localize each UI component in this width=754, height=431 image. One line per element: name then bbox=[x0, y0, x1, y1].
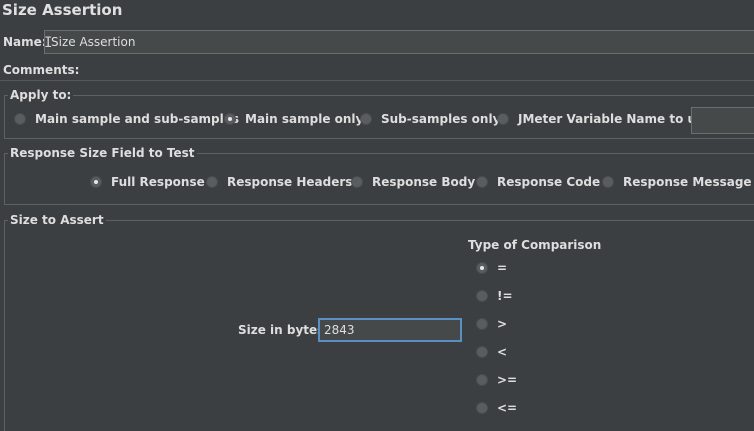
divider bbox=[0, 80, 754, 81]
radio-full-response[interactable]: Full Response bbox=[90, 175, 205, 189]
radio-label: Response Code bbox=[497, 175, 601, 189]
radio-comparison-less-equal[interactable]: <= bbox=[476, 401, 517, 415]
radio-dot-icon bbox=[602, 176, 614, 188]
radio-label: < bbox=[497, 345, 508, 359]
radio-label: <= bbox=[497, 401, 518, 415]
apply-to-title: Apply to: bbox=[8, 88, 74, 102]
response-field-title: Response Size Field to Test bbox=[8, 146, 197, 160]
radio-response-headers[interactable]: Response Headers bbox=[206, 175, 352, 189]
radio-dot-icon bbox=[14, 113, 26, 125]
radio-dot-icon bbox=[90, 176, 102, 188]
jmeter-variable-input[interactable] bbox=[691, 107, 754, 134]
text-cursor-icon: I bbox=[44, 35, 53, 51]
name-label: Name: bbox=[3, 35, 47, 49]
radio-main-and-sub-samples[interactable]: Main sample and sub-samples bbox=[14, 112, 239, 126]
radio-label: >= bbox=[497, 373, 518, 387]
radio-label: Main sample and sub-samples bbox=[35, 112, 240, 126]
radio-comparison-greater-equal[interactable]: >= bbox=[476, 373, 517, 387]
radio-dot-icon bbox=[224, 113, 236, 125]
radio-label: Response Message bbox=[623, 175, 752, 189]
radio-label: Sub-samples only bbox=[381, 112, 501, 126]
radio-dot-icon bbox=[476, 176, 488, 188]
radio-dot-icon bbox=[360, 113, 372, 125]
radio-label: = bbox=[497, 261, 508, 275]
radio-label: > bbox=[497, 317, 508, 331]
size-in-bytes-label: Size in bytes: bbox=[238, 323, 330, 337]
radio-label: Response Body bbox=[372, 175, 476, 189]
radio-dot-icon bbox=[206, 176, 218, 188]
radio-sub-samples-only[interactable]: Sub-samples only bbox=[360, 112, 500, 126]
radio-comparison-less[interactable]: < bbox=[476, 345, 507, 359]
name-input[interactable] bbox=[44, 30, 754, 54]
radio-dot-icon bbox=[497, 113, 509, 125]
radio-comparison-equal[interactable]: = bbox=[476, 261, 507, 275]
radio-response-code[interactable]: Response Code bbox=[476, 175, 600, 189]
radio-dot-icon bbox=[476, 346, 488, 358]
radio-label: != bbox=[497, 289, 513, 303]
comments-label: Comments: bbox=[3, 63, 80, 77]
radio-dot-icon bbox=[476, 402, 488, 414]
comparison-type-title: Type of Comparison bbox=[468, 238, 602, 252]
radio-jmeter-variable[interactable]: JMeter Variable Name to use bbox=[497, 112, 711, 126]
radio-response-message[interactable]: Response Message bbox=[602, 175, 752, 189]
radio-dot-icon bbox=[476, 262, 488, 274]
radio-label: Response Headers bbox=[227, 175, 353, 189]
radio-dot-icon bbox=[476, 290, 488, 302]
size-assertion-panel: Size Assertion Name: I Comments: Apply t… bbox=[0, 0, 754, 431]
size-to-assert-title: Size to Assert bbox=[8, 213, 106, 227]
radio-dot-icon bbox=[476, 374, 488, 386]
radio-response-body[interactable]: Response Body bbox=[351, 175, 475, 189]
size-in-bytes-input[interactable] bbox=[318, 318, 462, 342]
radio-dot-icon bbox=[351, 176, 363, 188]
radio-comparison-greater[interactable]: > bbox=[476, 317, 507, 331]
radio-dot-icon bbox=[476, 318, 488, 330]
panel-title: Size Assertion bbox=[2, 1, 123, 19]
radio-label: Full Response bbox=[111, 175, 205, 189]
radio-label: JMeter Variable Name to use bbox=[518, 112, 712, 126]
radio-comparison-not-equal[interactable]: != bbox=[476, 289, 513, 303]
radio-main-sample-only[interactable]: Main sample only bbox=[224, 112, 363, 126]
radio-label: Main sample only bbox=[245, 112, 364, 126]
